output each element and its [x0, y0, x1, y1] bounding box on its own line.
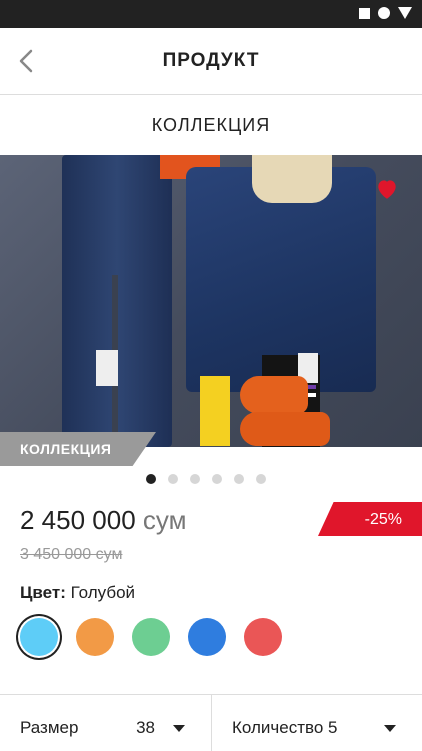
options-footer: Размер 38 Количество 5	[0, 694, 422, 751]
triangle-icon	[398, 7, 412, 19]
carousel-dot[interactable]	[212, 474, 222, 484]
price-currency: сум	[142, 505, 187, 535]
circle-icon	[378, 7, 390, 19]
discount-text: -25%	[364, 511, 402, 528]
color-label: Цвет: Голубой	[20, 583, 135, 603]
quantity-value: 5	[328, 718, 338, 737]
color-swatch-blue-light[interactable]	[20, 618, 58, 656]
discount-badge: -25%	[318, 502, 422, 536]
app-header: ПРОДУКТ	[0, 28, 422, 95]
square-icon	[359, 7, 370, 19]
carousel-dots	[146, 474, 266, 484]
color-swatch-blue[interactable]	[188, 618, 226, 656]
socks-graphic	[200, 376, 230, 446]
collar-graphic	[252, 155, 332, 203]
carousel-dot[interactable]	[256, 474, 266, 484]
color-swatch-orange[interactable]	[76, 618, 114, 656]
color-value: Голубой	[70, 583, 136, 602]
old-price: 3 450 000 сум	[20, 546, 123, 563]
chevron-down-icon	[384, 725, 396, 732]
quantity-label: Количество 5	[232, 718, 338, 738]
collection-header: КОЛЛЕКЦИЯ	[0, 95, 422, 155]
carousel-dot[interactable]	[234, 474, 244, 484]
carousel-dot[interactable]	[168, 474, 178, 484]
color-swatch-green[interactable]	[132, 618, 170, 656]
size-label: Размер	[20, 718, 79, 737]
shoe-graphic	[240, 376, 308, 414]
collection-title: КОЛЛЕКЦИЯ	[151, 115, 271, 135]
price-value: 2 450 000	[20, 505, 136, 535]
quantity-selector[interactable]: Количество 5	[212, 695, 422, 751]
shoe-graphic	[240, 412, 330, 446]
collection-badge-text: КОЛЛЕКЦИЯ	[20, 441, 112, 457]
status-bar	[0, 0, 422, 28]
color-label-title: Цвет:	[20, 583, 66, 602]
color-swatch-red[interactable]	[244, 618, 282, 656]
quantity-label-text: Количество	[232, 718, 324, 737]
jeans-tag	[96, 350, 118, 386]
heart-icon[interactable]	[374, 176, 400, 202]
carousel-dot[interactable]	[146, 474, 156, 484]
collection-badge: КОЛЛЕКЦИЯ	[0, 432, 156, 466]
size-value: 38	[136, 718, 155, 737]
carousel-dot[interactable]	[190, 474, 200, 484]
chevron-down-icon	[173, 725, 185, 732]
page-title: ПРОДУКТ	[162, 50, 260, 71]
status-icons	[359, 7, 412, 19]
color-swatches	[20, 618, 282, 656]
price: 2 450 000 сум	[20, 505, 187, 536]
size-selector[interactable]: Размер 38	[0, 695, 212, 751]
